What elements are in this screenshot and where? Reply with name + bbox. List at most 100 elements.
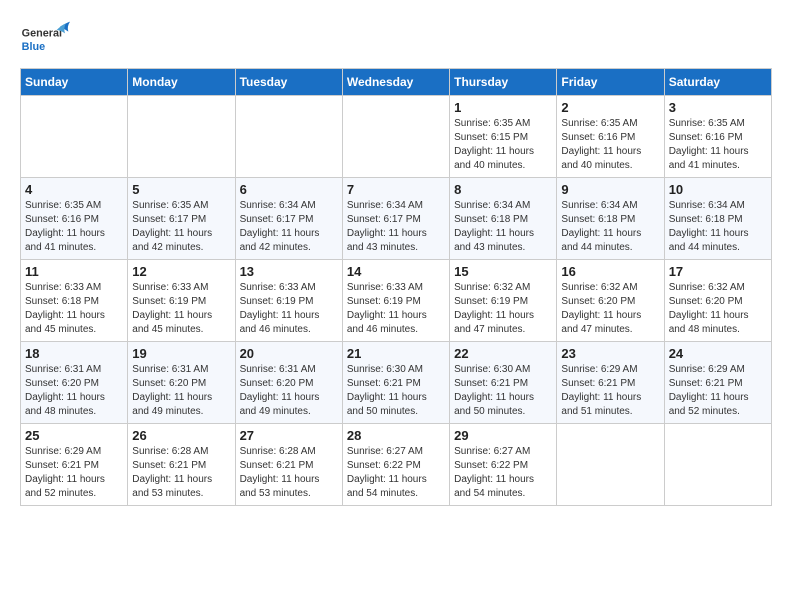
calendar-cell: 28 Sunrise: 6:27 AMSunset: 6:22 PMDayligh… — [342, 424, 449, 506]
day-number: 7 — [347, 182, 445, 197]
logo: General Blue — [20, 20, 74, 60]
calendar-cell: 5 Sunrise: 6:35 AMSunset: 6:17 PMDaylight… — [128, 178, 235, 260]
day-info: Sunrise: 6:32 AMSunset: 6:19 PMDaylight:… — [454, 281, 552, 337]
day-number: 19 — [132, 346, 230, 361]
day-info: Sunrise: 6:32 AMSunset: 6:20 PMDaylight:… — [669, 281, 767, 337]
day-number: 15 — [454, 264, 552, 279]
day-info: Sunrise: 6:31 AMSunset: 6:20 PMDaylight:… — [132, 363, 230, 419]
day-number: 28 — [347, 428, 445, 443]
day-number: 2 — [561, 100, 659, 115]
calendar-cell: 15 Sunrise: 6:32 AMSunset: 6:19 PMDayligh… — [450, 260, 557, 342]
day-info: Sunrise: 6:35 AMSunset: 6:16 PMDaylight:… — [561, 117, 659, 173]
day-number: 3 — [669, 100, 767, 115]
calendar-cell: 3 Sunrise: 6:35 AMSunset: 6:16 PMDaylight… — [664, 96, 771, 178]
calendar-cell: 2 Sunrise: 6:35 AMSunset: 6:16 PMDaylight… — [557, 96, 664, 178]
calendar-cell: 26 Sunrise: 6:28 AMSunset: 6:21 PMDayligh… — [128, 424, 235, 506]
weekday-header-row: SundayMondayTuesdayWednesdayThursdayFrid… — [21, 69, 772, 96]
calendar-cell: 27 Sunrise: 6:28 AMSunset: 6:21 PMDayligh… — [235, 424, 342, 506]
day-info: Sunrise: 6:35 AMSunset: 6:16 PMDaylight:… — [25, 199, 123, 255]
calendar-week-row: 11Sunrise: 6:33 AMSunset: 6:18 PMDayligh… — [21, 260, 772, 342]
calendar-cell: 12 Sunrise: 6:33 AMSunset: 6:19 PMDayligh… — [128, 260, 235, 342]
day-info: Sunrise: 6:28 AMSunset: 6:21 PMDaylight:… — [132, 445, 230, 501]
day-number: 16 — [561, 264, 659, 279]
day-info: Sunrise: 6:35 AMSunset: 6:15 PMDaylight:… — [454, 117, 552, 173]
day-number: 6 — [240, 182, 338, 197]
calendar-week-row: 25Sunrise: 6:29 AMSunset: 6:21 PMDayligh… — [21, 424, 772, 506]
day-number: 22 — [454, 346, 552, 361]
day-info: Sunrise: 6:35 AMSunset: 6:16 PMDaylight:… — [669, 117, 767, 173]
calendar-cell: 25Sunrise: 6:29 AMSunset: 6:21 PMDayligh… — [21, 424, 128, 506]
calendar-cell: 6 Sunrise: 6:34 AMSunset: 6:17 PMDaylight… — [235, 178, 342, 260]
calendar-cell: 11Sunrise: 6:33 AMSunset: 6:18 PMDayligh… — [21, 260, 128, 342]
calendar-cell — [128, 96, 235, 178]
logo-icon: General Blue — [20, 20, 70, 60]
day-number: 12 — [132, 264, 230, 279]
day-info: Sunrise: 6:34 AMSunset: 6:17 PMDaylight:… — [240, 199, 338, 255]
day-info: Sunrise: 6:29 AMSunset: 6:21 PMDaylight:… — [25, 445, 123, 501]
day-info: Sunrise: 6:31 AMSunset: 6:20 PMDaylight:… — [25, 363, 123, 419]
svg-text:Blue: Blue — [22, 41, 45, 53]
day-number: 18 — [25, 346, 123, 361]
calendar-cell: 10Sunrise: 6:34 AMSunset: 6:18 PMDayligh… — [664, 178, 771, 260]
day-info: Sunrise: 6:28 AMSunset: 6:21 PMDaylight:… — [240, 445, 338, 501]
day-info: Sunrise: 6:35 AMSunset: 6:17 PMDaylight:… — [132, 199, 230, 255]
svg-text:General: General — [22, 28, 62, 40]
weekday-header: Saturday — [664, 69, 771, 96]
day-number: 21 — [347, 346, 445, 361]
day-info: Sunrise: 6:34 AMSunset: 6:18 PMDaylight:… — [561, 199, 659, 255]
day-number: 9 — [561, 182, 659, 197]
day-number: 8 — [454, 182, 552, 197]
day-number: 1 — [454, 100, 552, 115]
day-info: Sunrise: 6:33 AMSunset: 6:19 PMDaylight:… — [132, 281, 230, 337]
calendar-cell: 1 Sunrise: 6:35 AMSunset: 6:15 PMDaylight… — [450, 96, 557, 178]
calendar-cell: 23 Sunrise: 6:29 AMSunset: 6:21 PMDayligh… — [557, 342, 664, 424]
calendar-cell: 16 Sunrise: 6:32 AMSunset: 6:20 PMDayligh… — [557, 260, 664, 342]
day-info: Sunrise: 6:27 AMSunset: 6:22 PMDaylight:… — [454, 445, 552, 501]
day-info: Sunrise: 6:29 AMSunset: 6:21 PMDaylight:… — [669, 363, 767, 419]
calendar-cell: 19 Sunrise: 6:31 AMSunset: 6:20 PMDayligh… — [128, 342, 235, 424]
day-number: 17 — [669, 264, 767, 279]
calendar-cell — [21, 96, 128, 178]
calendar-week-row: 1 Sunrise: 6:35 AMSunset: 6:15 PMDaylight… — [21, 96, 772, 178]
weekday-header: Sunday — [21, 69, 128, 96]
calendar-table: SundayMondayTuesdayWednesdayThursdayFrid… — [20, 68, 772, 506]
calendar-cell: 18 Sunrise: 6:31 AMSunset: 6:20 PMDayligh… — [21, 342, 128, 424]
calendar-cell — [342, 96, 449, 178]
calendar-week-row: 18 Sunrise: 6:31 AMSunset: 6:20 PMDayligh… — [21, 342, 772, 424]
calendar-cell: 20Sunrise: 6:31 AMSunset: 6:20 PMDayligh… — [235, 342, 342, 424]
calendar-cell: 13 Sunrise: 6:33 AMSunset: 6:19 PMDayligh… — [235, 260, 342, 342]
calendar-cell: 14 Sunrise: 6:33 AMSunset: 6:19 PMDayligh… — [342, 260, 449, 342]
day-number: 27 — [240, 428, 338, 443]
day-info: Sunrise: 6:33 AMSunset: 6:19 PMDaylight:… — [240, 281, 338, 337]
calendar-cell: 17 Sunrise: 6:32 AMSunset: 6:20 PMDayligh… — [664, 260, 771, 342]
day-number: 23 — [561, 346, 659, 361]
day-number: 10 — [669, 182, 767, 197]
calendar-week-row: 4Sunrise: 6:35 AMSunset: 6:16 PMDaylight… — [21, 178, 772, 260]
day-info: Sunrise: 6:32 AMSunset: 6:20 PMDaylight:… — [561, 281, 659, 337]
day-number: 24 — [669, 346, 767, 361]
weekday-header: Friday — [557, 69, 664, 96]
day-number: 14 — [347, 264, 445, 279]
weekday-header: Thursday — [450, 69, 557, 96]
calendar-cell — [664, 424, 771, 506]
calendar-cell: 9 Sunrise: 6:34 AMSunset: 6:18 PMDaylight… — [557, 178, 664, 260]
calendar-cell: 29 Sunrise: 6:27 AMSunset: 6:22 PMDayligh… — [450, 424, 557, 506]
page-header: General Blue — [20, 20, 772, 60]
day-number: 13 — [240, 264, 338, 279]
calendar-cell: 7 Sunrise: 6:34 AMSunset: 6:17 PMDaylight… — [342, 178, 449, 260]
calendar-cell — [235, 96, 342, 178]
day-info: Sunrise: 6:29 AMSunset: 6:21 PMDaylight:… — [561, 363, 659, 419]
weekday-header: Wednesday — [342, 69, 449, 96]
day-number: 11 — [25, 264, 123, 279]
day-info: Sunrise: 6:27 AMSunset: 6:22 PMDaylight:… — [347, 445, 445, 501]
weekday-header: Monday — [128, 69, 235, 96]
weekday-header: Tuesday — [235, 69, 342, 96]
calendar-cell: 8Sunrise: 6:34 AMSunset: 6:18 PMDaylight… — [450, 178, 557, 260]
calendar-cell — [557, 424, 664, 506]
day-info: Sunrise: 6:34 AMSunset: 6:17 PMDaylight:… — [347, 199, 445, 255]
day-info: Sunrise: 6:33 AMSunset: 6:19 PMDaylight:… — [347, 281, 445, 337]
day-number: 26 — [132, 428, 230, 443]
day-number: 29 — [454, 428, 552, 443]
day-info: Sunrise: 6:30 AMSunset: 6:21 PMDaylight:… — [454, 363, 552, 419]
day-number: 5 — [132, 182, 230, 197]
